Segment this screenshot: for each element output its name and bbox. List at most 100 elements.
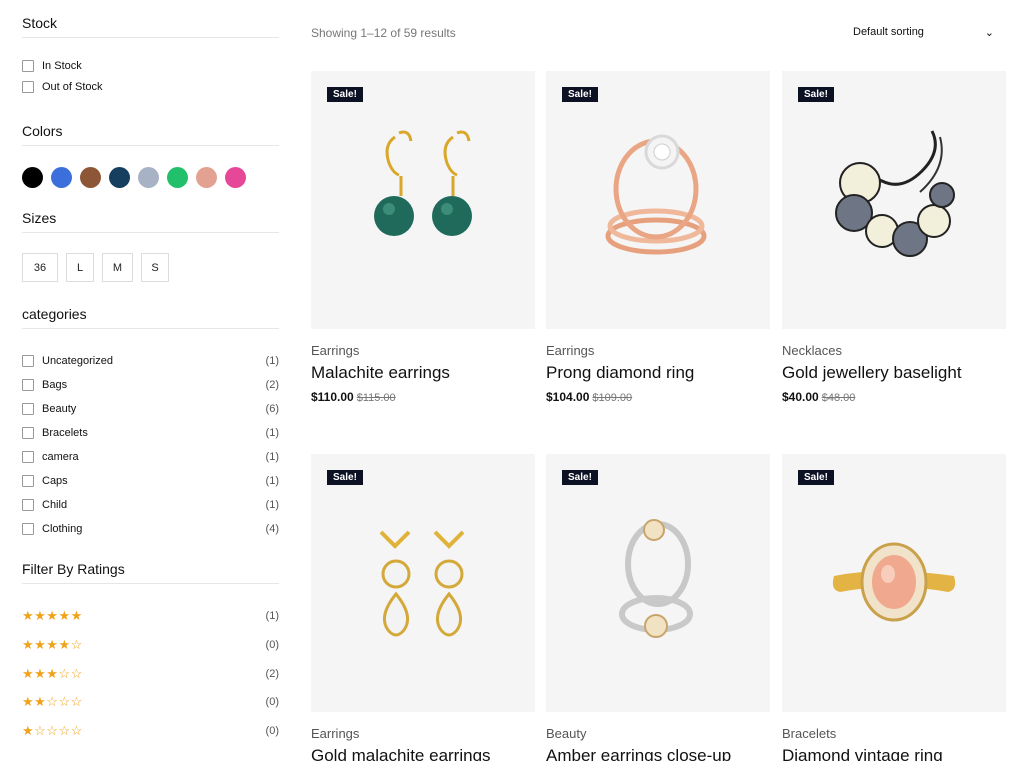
silver-rings-image bbox=[619, 519, 693, 638]
category-count: (6) bbox=[265, 403, 279, 415]
checkbox[interactable] bbox=[22, 80, 34, 93]
category-label: Uncategorized bbox=[42, 355, 113, 367]
rating-option-2[interactable]: ★★☆☆☆ (0) bbox=[22, 688, 279, 717]
category-item-bracelets[interactable]: Bracelets (1) bbox=[22, 421, 279, 445]
product-title[interactable]: Gold malachite earrings bbox=[311, 746, 535, 761]
current-price: $110.00 bbox=[311, 390, 354, 404]
color-swatch-blue[interactable] bbox=[51, 167, 72, 188]
product-card[interactable]: Sale! Necklaces Gold jewellery baselight… bbox=[782, 71, 1006, 404]
checkbox[interactable] bbox=[22, 523, 34, 535]
category-count: (1) bbox=[265, 427, 279, 439]
category-item-bags[interactable]: Bags (2) bbox=[22, 373, 279, 397]
size-option-36[interactable]: 36 bbox=[22, 253, 58, 282]
category-item-clothing[interactable]: Clothing (4) bbox=[22, 517, 279, 541]
category-filter: categories Uncategorized (1) Bags (2) Beau… bbox=[22, 306, 279, 541]
sale-badge: Sale! bbox=[798, 87, 834, 102]
color-swatch-brown[interactable] bbox=[80, 167, 101, 188]
star-rating-icon: ★☆☆☆☆ bbox=[22, 723, 83, 739]
current-price: $104.00 bbox=[546, 390, 590, 404]
rating-option-5[interactable]: ★★★★★ (1) bbox=[22, 602, 279, 631]
product-title[interactable]: Amber earrings close-up bbox=[546, 746, 770, 761]
rating-option-3[interactable]: ★★★☆☆ (2) bbox=[22, 659, 279, 688]
product-image[interactable]: Sale! bbox=[782, 454, 1006, 712]
product-category[interactable]: Earrings bbox=[311, 726, 535, 741]
category-count: (1) bbox=[265, 475, 279, 487]
product-card[interactable]: Sale! Earrings Gold malachite earrings bbox=[311, 454, 535, 761]
product-category[interactable]: Necklaces bbox=[782, 343, 1006, 358]
color-filter-title: Colors bbox=[22, 123, 279, 146]
stock-option-label: In Stock bbox=[42, 59, 82, 72]
link-bracelet-image bbox=[835, 130, 955, 257]
product-image[interactable]: Sale! bbox=[782, 71, 1006, 329]
product-image[interactable]: Sale! bbox=[311, 71, 535, 329]
checkbox[interactable] bbox=[22, 59, 34, 72]
rating-count: (1) bbox=[265, 610, 279, 623]
product-title[interactable]: Prong diamond ring bbox=[546, 363, 770, 383]
checkbox[interactable] bbox=[22, 379, 34, 391]
checkbox[interactable] bbox=[22, 451, 34, 463]
rating-option-1[interactable]: ★☆☆☆☆ (0) bbox=[22, 717, 279, 746]
product-category[interactable]: Beauty bbox=[546, 726, 770, 741]
rating-option-4[interactable]: ★★★★☆ (0) bbox=[22, 631, 279, 660]
product-card[interactable]: Sale! Bracelets Diamond vintage ring bbox=[782, 454, 1006, 761]
category-label: Caps bbox=[42, 475, 68, 487]
sorting-select[interactable]: Default sorting ⌄ bbox=[853, 26, 994, 39]
product-title[interactable]: Gold jewellery baselight bbox=[782, 363, 1006, 383]
checkbox[interactable] bbox=[22, 499, 34, 511]
old-price: $48.00 bbox=[821, 392, 856, 404]
category-item-camera[interactable]: camera (1) bbox=[22, 445, 279, 469]
color-swatch-gray[interactable] bbox=[138, 167, 159, 188]
color-swatch-black[interactable] bbox=[22, 167, 43, 188]
category-item-caps[interactable]: Caps (1) bbox=[22, 469, 279, 493]
color-swatch-list bbox=[22, 167, 279, 188]
chevron-down-icon: ⌄ bbox=[984, 27, 994, 39]
sale-badge: Sale! bbox=[562, 87, 598, 102]
sale-badge: Sale! bbox=[327, 470, 363, 485]
color-swatch-peach[interactable] bbox=[196, 167, 217, 188]
color-swatch-navy[interactable] bbox=[109, 167, 130, 188]
category-label: Bags bbox=[42, 379, 68, 391]
checkbox[interactable] bbox=[22, 427, 34, 439]
product-image[interactable]: Sale! bbox=[546, 454, 770, 712]
product-category[interactable]: Bracelets bbox=[782, 726, 1006, 741]
product-image[interactable]: Sale! bbox=[311, 454, 535, 712]
product-card[interactable]: Sale! Earrings Prong diamond ring $104.0… bbox=[546, 71, 770, 404]
color-swatch-green[interactable] bbox=[167, 167, 188, 188]
product-image[interactable]: Sale! bbox=[546, 71, 770, 329]
product-title[interactable]: Diamond vintage ring bbox=[782, 746, 1006, 761]
color-swatch-pink[interactable] bbox=[225, 167, 246, 188]
star-rating-icon: ★★★☆☆ bbox=[22, 665, 83, 681]
category-label: Child bbox=[42, 499, 68, 511]
rating-count: (0) bbox=[265, 639, 279, 652]
sale-badge: Sale! bbox=[562, 470, 598, 485]
product-card[interactable]: Sale! Earrings Malachite earrings $110.0… bbox=[311, 71, 535, 404]
size-option-m[interactable]: M bbox=[102, 253, 133, 282]
size-option-s[interactable]: S bbox=[141, 253, 169, 282]
category-label: camera bbox=[42, 451, 79, 463]
rating-count: (0) bbox=[265, 725, 279, 738]
stock-option-in-stock[interactable]: In Stock bbox=[22, 55, 279, 76]
checkbox[interactable] bbox=[22, 403, 34, 415]
category-item-uncategorized[interactable]: Uncategorized (1) bbox=[22, 349, 279, 373]
product-card[interactable]: Sale! Beauty Amber earrings close-up bbox=[546, 454, 770, 761]
product-title[interactable]: Malachite earrings bbox=[311, 363, 535, 383]
color-filter: Colors bbox=[22, 123, 279, 188]
category-item-child[interactable]: Child (1) bbox=[22, 493, 279, 517]
star-rating-icon: ★★★★★ bbox=[22, 608, 83, 624]
malachite-earrings-image bbox=[374, 130, 472, 236]
checkbox[interactable] bbox=[22, 355, 34, 367]
checkbox[interactable] bbox=[22, 475, 34, 487]
product-price: $104.00 $109.00 bbox=[546, 390, 770, 404]
product-category[interactable]: Earrings bbox=[546, 343, 770, 358]
sale-badge: Sale! bbox=[798, 470, 834, 485]
category-item-beauty[interactable]: Beauty (6) bbox=[22, 397, 279, 421]
stock-option-out-of-stock[interactable]: Out of Stock bbox=[22, 76, 279, 97]
category-count: (2) bbox=[265, 379, 279, 391]
star-rating-icon: ★★★★☆ bbox=[22, 637, 83, 653]
star-rating-icon: ★★☆☆☆ bbox=[22, 694, 83, 710]
category-count: (1) bbox=[265, 451, 279, 463]
category-filter-title: categories bbox=[22, 306, 279, 329]
size-option-l[interactable]: L bbox=[66, 253, 94, 282]
peach-gem-ring-image bbox=[832, 542, 956, 622]
product-category[interactable]: Earrings bbox=[311, 343, 535, 358]
